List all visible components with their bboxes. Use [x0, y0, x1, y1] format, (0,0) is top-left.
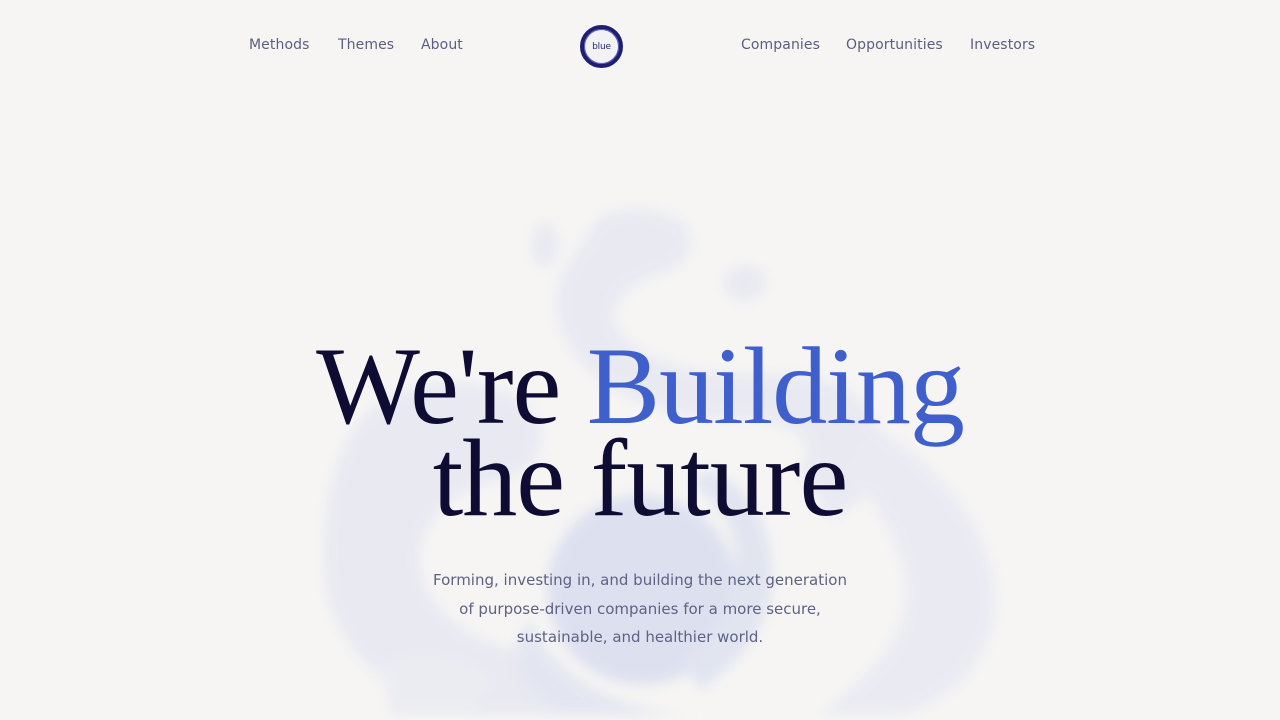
subtitle-line: of purpose-driven companies for a more s… [459, 599, 821, 618]
hero-headline: We're Building the future [0, 331, 1280, 533]
nav-link-investors[interactable]: Investors [970, 37, 1035, 53]
brand-logo[interactable]: blue [580, 25, 623, 68]
nav-link-opportunities[interactable]: Opportunities [846, 37, 943, 53]
nav-link-themes[interactable]: Themes [338, 37, 394, 53]
top-navigation: Methods Themes About blue Companies Oppo… [0, 0, 1280, 94]
nav-link-about[interactable]: About [421, 37, 463, 53]
nav-link-companies[interactable]: Companies [741, 37, 820, 53]
nav-link-methods[interactable]: Methods [249, 37, 310, 53]
headline-line2: the future [432, 417, 849, 539]
brand-logo-text: blue [592, 41, 611, 52]
hero-section: We're Building the future Forming, inves… [0, 331, 1280, 646]
landing-page: Methods Themes About blue Companies Oppo… [0, 0, 1280, 720]
subtitle-line: Forming, investing in, and building the … [433, 571, 847, 589]
hero-subtitle: Forming, investing in, and building the … [0, 566, 1280, 652]
subtitle-line: sustainable, and healthier world. [516, 628, 764, 646]
